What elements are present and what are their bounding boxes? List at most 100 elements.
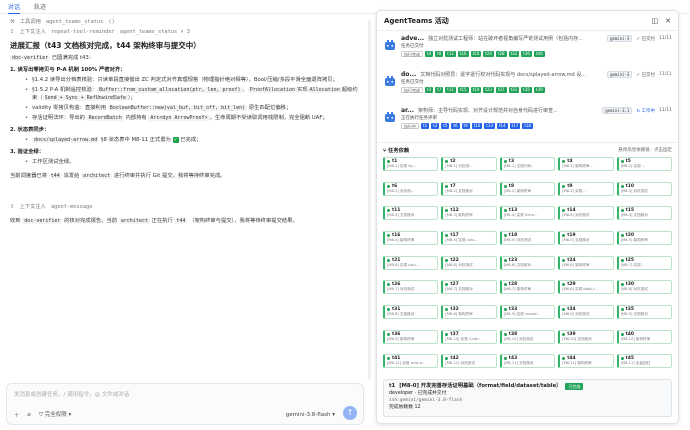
tool-call-row[interactable]: ⚒ 工具调用 agent_teams_status () [10, 18, 362, 26]
task-card[interactable]: t30 [M8-8] 对抗测试 [616, 280, 672, 295]
task-chip[interactable]: t3 [425, 87, 434, 93]
task-chip[interactable]: t10 [471, 123, 483, 129]
task-card[interactable]: t8 [M8-2] 架构终审 [499, 181, 556, 196]
task-card[interactable]: t5 [M8-2] 实现 ... [616, 157, 672, 171]
task-card[interactable]: t35 [M8-9] 文档核对 [616, 304, 672, 319]
task-chip[interactable]: t23 [483, 87, 494, 93]
composer-placeholder[interactable]: 发消息或创建任务，/ 调用指令，@ 文件或对话 [14, 390, 129, 398]
task-chip[interactable]: t40 [533, 51, 545, 57]
model-selector[interactable]: gemini-3.8-flash ▾ [286, 412, 335, 418]
task-card[interactable]: t26 [M8-7] 对抗测试 [383, 280, 439, 295]
task-chip[interactable]: t15 [457, 87, 469, 93]
task-card[interactable]: t42 [M8-11] 对抗测试 [441, 354, 497, 369]
task-card[interactable]: t1 [M8-1] 实现 Sp... [383, 157, 439, 171]
task-chip[interactable]: t12 [445, 51, 456, 57]
task-desc: [M8-3] 实现... [562, 188, 586, 193]
paperclip-icon[interactable]: ⌀ [28, 412, 31, 418]
task-card[interactable]: t27 [M8-7] 文档核对 [441, 280, 497, 295]
task-chip[interactable]: t16 [457, 51, 469, 57]
task-card[interactable]: t11 [M8-3] 文档核对 [383, 206, 439, 221]
task-card[interactable]: t37 [M8-10] 实现 Colle... [441, 329, 497, 344]
task-chip[interactable]: t17 [509, 123, 521, 129]
task-card[interactable]: t3 [M8-1] 文档代码... [499, 157, 556, 171]
task-chip[interactable]: t20 [470, 51, 482, 57]
task-chip[interactable]: t13 [484, 123, 495, 129]
task-card[interactable]: t20 [M8-5] 架构终审 [616, 230, 672, 245]
task-chip[interactable]: t11 [445, 87, 456, 93]
task-card[interactable]: t34 [M8-9] 对抗测试 [558, 304, 614, 319]
task-chip[interactable]: t14 [496, 123, 508, 129]
context-inject-row[interactable]: ⇪ 上下文注入 repeat-tool-reminder agent_teams… [10, 28, 362, 36]
task-card[interactable]: t28 [M8-7] 架构终审 [499, 280, 556, 295]
task-card[interactable]: t45 [M8-11] 全量回归 [616, 354, 672, 369]
done-dot-icon [503, 332, 507, 336]
task-chip[interactable]: t35 [521, 87, 532, 93]
task-card[interactable]: t43 [M8-11] 文档核对 [499, 354, 556, 369]
task-card[interactable]: t15 [M8-4] 文档核对 [616, 206, 672, 221]
permission-selector[interactable]: ⛉ 完全权限 ▾ [39, 410, 71, 419]
task-card[interactable]: t23 [M8-6] 文档核对 [499, 255, 556, 270]
tab-chat[interactable]: 对话 [8, 0, 21, 14]
split-view-icon[interactable]: ◫ [652, 17, 659, 25]
task-card[interactable]: t10 [M8-3] 对抗测试 [616, 181, 672, 196]
tab-trajectory[interactable]: 轨迹 [34, 0, 46, 13]
plus-icon[interactable]: ＋ [14, 411, 20, 419]
task-desc: [M8-9] 实现 record... [503, 311, 540, 316]
task-card[interactable]: t21 [M8-6] 实现 colu... [383, 255, 439, 270]
task-card[interactable]: t14 [M8-4] 对抗测试 [558, 206, 614, 221]
task-card[interactable]: t9 [M8-3] 实现... [558, 181, 614, 196]
task-chip[interactable]: t31 [508, 87, 520, 93]
agent-card[interactable]: ar... 架构师：主导代码实现、对齐设计规范并对自身代码进行审查... gem… [383, 107, 672, 141]
task-card[interactable]: t32 [M8-8] 架构终审 [441, 304, 497, 319]
task-card[interactable]: t33 [M8-9] 实现 record... [499, 304, 556, 319]
task-chip[interactable]: t9 [461, 123, 470, 129]
task-chip[interactable]: t7 [435, 87, 444, 93]
task-card[interactable]: t12 [M8-3] 架构终审 [441, 206, 497, 221]
task-chip[interactable]: t1 [421, 123, 430, 129]
task-chip[interactable]: t27 [495, 87, 507, 93]
task-card[interactable]: t6 [M8-2] 对抗测... [383, 181, 439, 196]
task-card[interactable]: t16 [M8-4] 架构终审 [383, 230, 439, 245]
send-button[interactable]: ↑ [343, 406, 357, 420]
task-chip[interactable]: t32 [508, 51, 520, 57]
task-card[interactable]: t31 [M8-8] 文档核对 [383, 304, 439, 319]
task-chip[interactable]: t18 [522, 123, 533, 129]
task-card[interactable]: t29 [M8-8] 实现 data_t... [558, 280, 614, 295]
task-card[interactable]: t2 [M8-1] 对抗测... [441, 157, 497, 171]
task-card[interactable]: t13 [M8-4] 实现 Sche... [499, 206, 556, 221]
task-chip[interactable]: t24 [483, 51, 494, 57]
task-id: t25 [625, 257, 635, 263]
task-card[interactable]: t40 [M8-10] 架构终审 [616, 329, 672, 344]
task-chip[interactable]: t4 [425, 51, 434, 57]
task-chip[interactable]: t8 [435, 51, 444, 57]
task-chip[interactable]: t6 [451, 123, 460, 129]
message-composer[interactable]: 发消息或创建任务，/ 调用指令，@ 文件或对话 ＋ ⌀ ⛉ 完全权限 ▾ gem… [6, 383, 364, 425]
task-card[interactable]: t7 [M8-2] 文档核对 [441, 181, 497, 196]
task-card[interactable]: t25 [M8-7] 实现... [616, 255, 672, 270]
task-card[interactable]: t24 [M8-6] 架构终审 [558, 255, 614, 270]
close-icon[interactable]: ✕ [665, 17, 671, 25]
task-card[interactable]: t38 [M8-10] 对抗测试 [499, 329, 556, 344]
task-card[interactable]: t36 [M8-9] 架构终审 [383, 329, 439, 344]
agent-card[interactable]: do... 文档代码对照员：逐字逐行校对代码实现与 docs/splayed-a… [383, 71, 672, 105]
task-chip[interactable]: t39 [533, 87, 545, 93]
task-card[interactable]: t18 [M8-5] 对抗测试 [499, 230, 556, 245]
task-chip[interactable]: t19 [470, 87, 482, 93]
task-chip[interactable]: t2 [431, 123, 440, 129]
agent-card[interactable]: adve... 独立对抗测试工程师：站在破坏者视角编写严苛测试用例（包括内存..… [383, 35, 672, 69]
chat-scrollbar[interactable] [368, 20, 371, 380]
task-chip[interactable]: t36 [521, 51, 532, 57]
task-card[interactable]: t4 [M8-1] 架构终审... [558, 157, 614, 171]
task-card[interactable]: t19 [M8-5] 文档核对 [558, 230, 614, 245]
task-card[interactable]: t39 [M8-10] 文档核对 [558, 329, 614, 344]
done-dot-icon [387, 258, 390, 262]
task-chip[interactable]: t28 [495, 51, 507, 57]
task-chip[interactable]: t5 [441, 123, 450, 129]
task-card[interactable]: t17 [M8-5] 实现 colu... [441, 230, 497, 245]
task-card[interactable]: t44 [M8-11] 架构终审 [558, 354, 614, 369]
task-card[interactable]: t41 [M8-11] 实现 zero-p... [383, 354, 439, 369]
context-inject-row[interactable]: ⇪ 上下文注入 agent-message [10, 203, 362, 211]
task-card[interactable]: t22 [M8-6] 对抗测试 [441, 255, 497, 270]
task-id: t39 [567, 331, 576, 337]
tasks-title: ⑂ 任务依赖 [383, 148, 410, 154]
